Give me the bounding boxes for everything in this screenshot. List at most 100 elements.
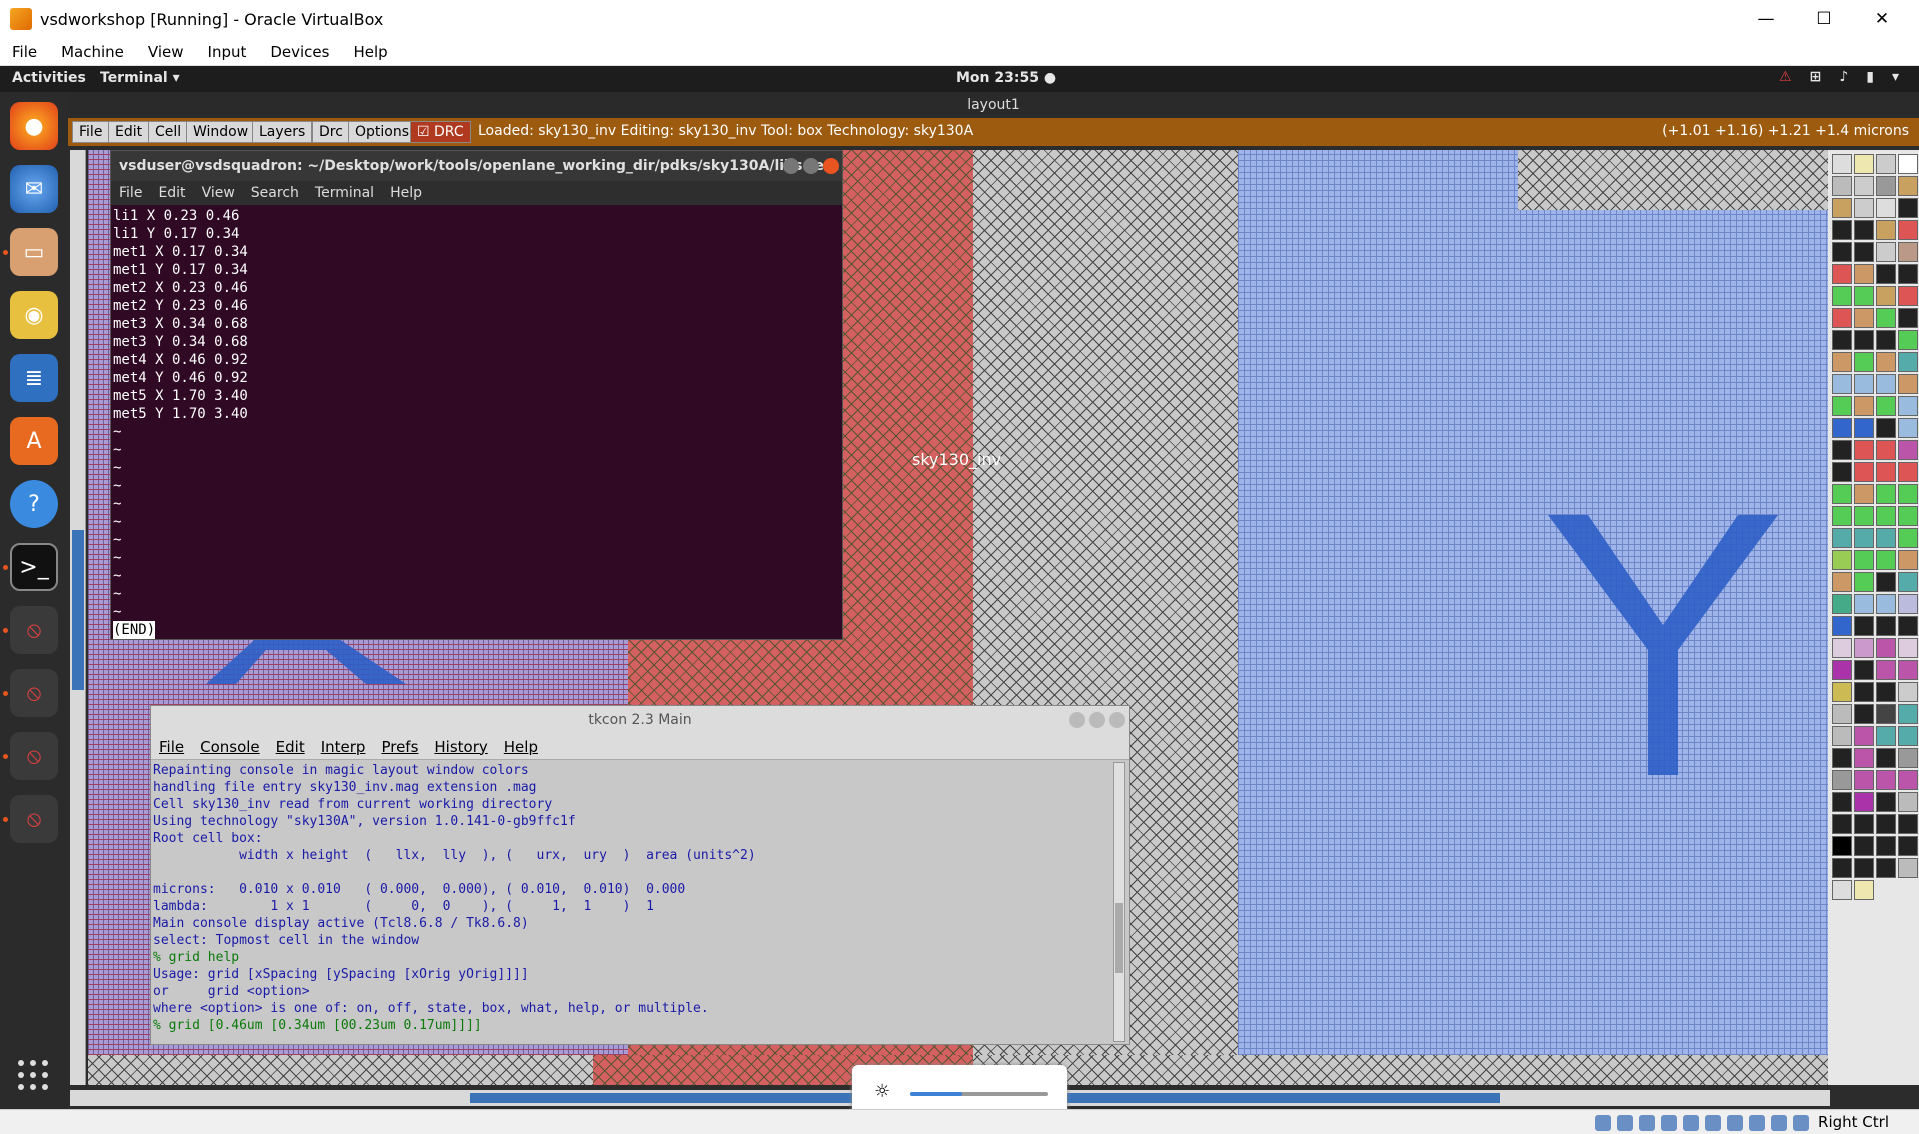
vertical-scrollbar[interactable] — [70, 150, 86, 1085]
console-output-line: Root cell box: — [153, 831, 263, 846]
vbox-menu-input[interactable]: Input — [196, 43, 259, 61]
usb-icon[interactable] — [1683, 1115, 1699, 1131]
optical-icon[interactable] — [1617, 1115, 1633, 1131]
software-icon[interactable]: A — [10, 417, 58, 465]
firefox-icon[interactable]: ● — [10, 102, 58, 150]
terminal-icon[interactable]: >_ — [10, 543, 58, 591]
device-status-icons[interactable] — [1595, 1115, 1809, 1131]
show-apps-icon[interactable] — [18, 1060, 50, 1092]
files-icon[interactable]: ▭ — [10, 228, 58, 276]
vbox-menu-devices[interactable]: Devices — [258, 43, 341, 61]
display-icon[interactable] — [1727, 1115, 1743, 1131]
cpu-icon[interactable] — [1771, 1115, 1787, 1131]
console-output-line: Main console display active (Tcl8.6.8 / … — [153, 916, 529, 931]
minimize-icon[interactable]: — — [1737, 0, 1795, 38]
label-y-glyph — [1548, 515, 1778, 775]
network-icon[interactable] — [1661, 1115, 1677, 1131]
term-menu-view[interactable]: View — [194, 185, 243, 201]
magic-menu-edit[interactable]: Edit — [108, 121, 150, 143]
recording-icon[interactable] — [1749, 1115, 1765, 1131]
ubuntu-dock: ● ✉ ▭ ◉ ≣ A ? >_ ⦸ ⦸ ⦸ ⦸ — [0, 92, 68, 1109]
close-icon[interactable]: ✕ — [1853, 0, 1911, 38]
terminal-window[interactable]: vsduser@vsdsquadron: ~/Desktop/work/tool… — [110, 150, 843, 640]
magic-menu-drc[interactable]: Drc — [312, 121, 350, 143]
console-output-line: handling file entry sky130_inv.mag exten… — [153, 780, 537, 795]
tkcon-menubar: File Console Edit Interp Prefs History H… — [151, 734, 1129, 760]
blocked-icon[interactable]: ⦸ — [10, 669, 58, 717]
tkcon-console[interactable]: Repainting console in magic layout windo… — [151, 760, 1129, 1044]
clock[interactable]: Mon 23:55 ● — [956, 70, 1056, 86]
term-menu-file[interactable]: File — [111, 185, 150, 201]
tk-menu-interp[interactable]: Interp — [313, 738, 374, 756]
tk-menu-history[interactable]: History — [426, 738, 495, 756]
terminal-output[interactable]: li1 X 0.23 0.46 li1 Y 0.17 0.34 met1 X 0… — [111, 205, 842, 639]
sun-icon: ☼ — [874, 1081, 891, 1102]
terminal-title: vsduser@vsdsquadron: ~/Desktop/work/tool… — [111, 151, 842, 181]
tkcon-window[interactable]: tkcon 2.3 Main File Console Edit Interp … — [150, 705, 1130, 1045]
vbox-menu-view[interactable]: View — [136, 43, 196, 61]
vertical-scroll-thumb[interactable] — [72, 530, 84, 690]
console-output-line: Using technology "sky130A", version 1.0.… — [153, 814, 576, 829]
writer-icon[interactable]: ≣ — [10, 354, 58, 402]
warning-icon: ⚠ — [1779, 69, 1792, 85]
term-menu-help[interactable]: Help — [382, 185, 430, 201]
blocked-icon[interactable]: ⦸ — [10, 795, 58, 843]
audio-icon[interactable] — [1639, 1115, 1655, 1131]
vbox-menu-file[interactable]: File — [0, 43, 49, 61]
shared-folder-icon[interactable] — [1705, 1115, 1721, 1131]
help-icon[interactable]: ? — [10, 480, 58, 528]
drc-label: DRC — [434, 124, 464, 140]
minimize-icon[interactable] — [1069, 712, 1085, 728]
maximize-icon[interactable] — [803, 158, 819, 174]
tkcon-title: tkcon 2.3 Main — [151, 706, 1129, 734]
activities-button[interactable]: Activities — [12, 70, 86, 86]
vbox-menu-machine[interactable]: Machine — [49, 43, 136, 61]
layer-palette[interactable] — [1828, 150, 1919, 1085]
terminal-title-text: vsduser@vsdsquadron: ~/Desktop/work/tool… — [119, 158, 840, 174]
blocked-icon[interactable]: ⦸ — [10, 732, 58, 780]
tk-menu-help[interactable]: Help — [496, 738, 546, 756]
hdd-icon[interactable] — [1595, 1115, 1611, 1131]
tk-menu-console[interactable]: Console — [192, 738, 268, 756]
gap-region-top — [1518, 150, 1828, 210]
magic-menu-cell[interactable]: Cell — [148, 121, 189, 143]
tk-menu-edit[interactable]: Edit — [268, 738, 313, 756]
thunderbird-icon[interactable]: ✉ — [10, 165, 58, 213]
term-menu-edit[interactable]: Edit — [150, 185, 193, 201]
tk-menu-file[interactable]: File — [151, 738, 192, 756]
close-icon[interactable] — [1109, 712, 1125, 728]
rhythmbox-icon[interactable]: ◉ — [10, 291, 58, 339]
network-icon: ⊞ — [1809, 69, 1822, 85]
console-output-line: where <option> is one of: on, off, state… — [153, 1001, 709, 1016]
system-tray[interactable]: ⚠ ⊞ ♪ ▮ ▾ — [1779, 69, 1899, 85]
console-output-line: width x height ( llx, lly ), ( urx, ury … — [153, 848, 756, 863]
minimize-icon[interactable] — [783, 158, 799, 174]
virtualbox-menubar: File Machine View Input Devices Help — [0, 38, 1919, 66]
maximize-icon[interactable]: ☐ — [1795, 0, 1853, 38]
cursor-coordinates: (+1.01 +1.16) +1.21 +1.4 microns — [1662, 123, 1909, 139]
brightness-slider[interactable] — [910, 1092, 1048, 1096]
term-menu-search[interactable]: Search — [243, 185, 307, 201]
virtualbox-statusbar: Right Ctrl — [0, 1109, 1919, 1134]
magic-menu-layers[interactable]: Layers — [252, 121, 313, 143]
console-output-line: Repainting console in magic layout windo… — [153, 763, 529, 778]
magic-menu-options[interactable]: Options — [348, 121, 417, 143]
ubuntu-topbar: Activities Terminal ▾ Mon 23:55 ● ⚠ ⊞ ♪ … — [0, 66, 1919, 92]
magic-menu-file[interactable]: File — [72, 121, 110, 143]
mouse-integration-icon[interactable] — [1793, 1115, 1809, 1131]
tkcon-scrollbar[interactable] — [1113, 762, 1125, 1042]
vbox-menu-help[interactable]: Help — [341, 43, 399, 61]
app-menu-terminal[interactable]: Terminal ▾ — [100, 70, 180, 86]
volume-icon: ♪ — [1839, 69, 1849, 85]
maximize-icon[interactable] — [1089, 712, 1105, 728]
virtualbox-titlebar: vsdworkshop [Running] - Oracle VirtualBo… — [0, 0, 1919, 38]
tk-menu-prefs[interactable]: Prefs — [373, 738, 426, 756]
battery-icon: ▮ — [1866, 69, 1874, 85]
term-menu-terminal[interactable]: Terminal — [307, 185, 382, 201]
magic-menu-window[interactable]: Window — [186, 121, 256, 143]
close-icon[interactable] — [823, 158, 839, 174]
console-prompt-line: % grid help — [153, 950, 240, 965]
tkcon-scroll-thumb[interactable] — [1115, 903, 1123, 973]
blocked-icon[interactable]: ⦸ — [10, 606, 58, 654]
drc-toggle[interactable]: ☑ DRC — [410, 121, 471, 143]
